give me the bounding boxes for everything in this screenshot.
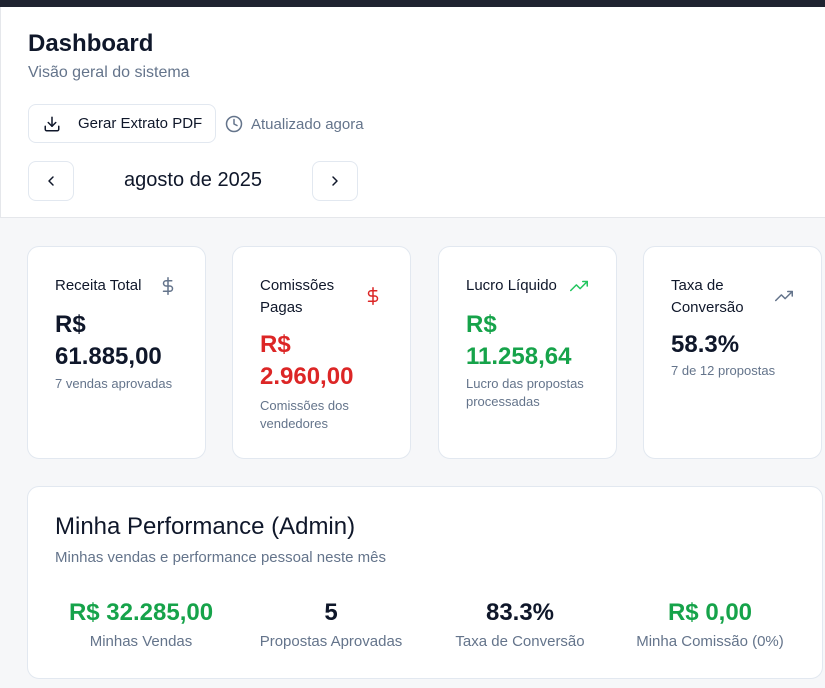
stat-card-comissoes-pagas: Comissões Pagas R$ 2.960,00 Comissões do… [232,246,411,459]
trending-up-icon [570,277,588,295]
generate-pdf-button[interactable]: Gerar Extrato PDF [28,104,216,143]
card-title: Comissões Pagas [260,277,335,316]
performance-subtitle: Minhas vendas e performance pessoal nest… [55,549,387,566]
card-value: 58.3% [671,331,740,358]
card-description: 7 vendas aprovadas [55,376,173,391]
stat-card-lucro-liquido: Lucro Líquido R$ 11.258,64 Lucro das pro… [438,246,617,459]
card-title: Lucro Líquido [466,277,557,294]
page-header: Dashboard Visão geral do sistema Gerar E… [0,7,825,218]
download-icon [43,115,61,133]
metric-value: 5 [324,599,338,626]
card-value-amount: 61.885,00 [55,343,162,370]
page-title: Dashboard [28,30,154,57]
metric-label: Minhas Vendas [89,633,193,650]
chevron-left-icon [43,173,59,189]
current-month-label: agosto de 2025 [124,169,262,191]
metric-value: 83.3% [485,599,555,626]
card-description: Lucro das propostas processadas [466,376,584,409]
stat-card-receita-total: Receita Total R$ 61.885,00 7 vendas apro… [27,246,206,459]
trending-up-icon [775,287,793,305]
card-value-amount: 2.960,00 [260,363,354,390]
card-value: R$ 61.885,00 [55,309,162,373]
chevron-right-icon [327,173,343,189]
card-title: Receita Total [55,277,142,294]
update-status-label: Atualizado agora [251,115,364,133]
clock-icon [225,115,243,133]
metric-propostas-aprovadas: 5 Propostas Aprovadas [231,597,431,650]
page-subtitle: Visão geral do sistema [28,64,190,81]
metric-minha-comissao: R$ 0,00 Minha Comissão (0%) [610,597,810,650]
card-value-amount: 11.258,64 [466,343,572,370]
metric-minhas-vendas: R$ 32.285,00 Minhas Vendas [41,597,241,650]
metric-label: Minha Comissão (0%) [636,633,784,650]
card-value: R$ 2.960,00 [260,329,353,393]
previous-month-button[interactable] [28,161,74,201]
metric-value: R$ 32.285,00 [68,599,214,626]
top-bar [0,0,825,7]
generate-pdf-label: Gerar Extrato PDF [78,115,203,132]
card-description: 7 de 12 propostas [671,363,776,378]
dollar-icon [364,287,382,305]
card-title: Taxa de Conversão [671,277,744,316]
card-value: R$ 11.258,64 [466,309,571,373]
card-description: Comissões dos vendedores [260,398,349,431]
performance-panel: Minha Performance (Admin) Minhas vendas … [27,486,823,679]
dollar-icon [159,277,177,295]
card-value-prefix: R$ [260,331,291,358]
metric-taxa-conversao: 83.3% Taxa de Conversão [420,597,620,650]
card-value-prefix: R$ [466,311,497,338]
stat-card-taxa-conversao: Taxa de Conversão 58.3% 7 de 12 proposta… [643,246,822,459]
performance-title: Minha Performance (Admin) [55,513,356,540]
metric-value: R$ 0,00 [667,599,753,626]
next-month-button[interactable] [312,161,358,201]
metric-label: Propostas Aprovadas [259,633,403,650]
metric-label: Taxa de Conversão [455,633,585,650]
card-value-prefix: R$ [55,311,86,338]
update-status: Atualizado agora [225,115,364,133]
